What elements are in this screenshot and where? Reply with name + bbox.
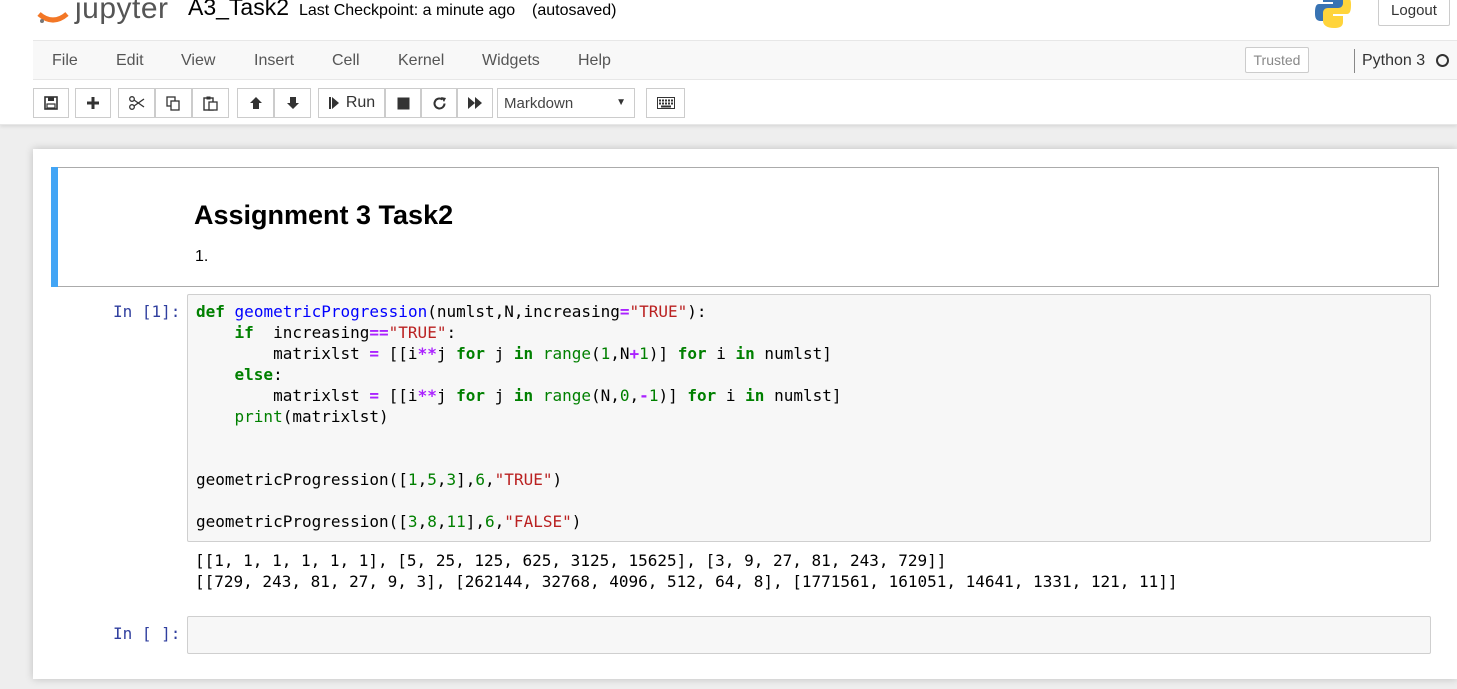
checkpoint-status: Last Checkpoint: a minute ago (299, 2, 516, 19)
run-icon (328, 97, 339, 109)
copy-icon (166, 95, 180, 111)
restart-button[interactable] (421, 88, 457, 118)
cut-button[interactable] (118, 88, 155, 118)
trusted-badge[interactable]: Trusted (1245, 47, 1309, 73)
code-cell-1-output-line-2: [[729, 243, 81, 27, 9, 3], [262144, 3276… (195, 572, 1178, 591)
kernel-idle-indicator-icon (1436, 54, 1449, 67)
menu-insert[interactable]: Insert (254, 52, 294, 70)
logout-button[interactable]: Logout (1378, 0, 1450, 26)
kernel-name: Python 3 (1362, 52, 1426, 69)
python-logo-icon (1315, 0, 1351, 28)
selected-cell-indicator (51, 167, 58, 287)
markdown-text: 1. (195, 248, 209, 265)
command-palette-button[interactable] (646, 88, 685, 118)
input-prompt-1: In [1]: (113, 302, 181, 321)
markdown-heading: Assignment 3 Task2 (194, 200, 454, 230)
top-bar: jupyter A3_Task2 Last Checkpoint: a minu… (0, 0, 1457, 40)
cut-icon (128, 96, 144, 110)
menu-cell[interactable]: Cell (332, 52, 360, 70)
code-cell-1-source: def geometricProgression(numlst,N,increa… (196, 302, 842, 531)
move-up-button[interactable] (237, 88, 274, 118)
menu-view[interactable]: View (181, 52, 215, 70)
menu-widgets[interactable]: Widgets (482, 52, 540, 70)
jupyter-logo-text[interactable]: jupyter (75, 0, 169, 26)
notebook-container: Assignment 3 Task2 1. In [1]: def geomet… (33, 149, 1457, 679)
paste-icon (203, 96, 218, 111)
cell-type-select[interactable]: Markdown ▼ (497, 88, 635, 118)
restart-icon (433, 96, 446, 109)
menu-kernel[interactable]: Kernel (398, 52, 444, 70)
keyboard-icon (656, 97, 675, 109)
input-prompt-2: In [ ]: (113, 624, 181, 643)
menu-bar: File Edit View Insert Cell Kernel Widget… (33, 40, 1457, 80)
run-button-label: Run (345, 94, 376, 111)
move-down-button[interactable] (274, 88, 311, 118)
plus-icon (87, 97, 99, 109)
menu-file[interactable]: File (52, 52, 78, 70)
arrow-down-icon (286, 97, 299, 109)
interrupt-button[interactable] (385, 88, 421, 118)
save-button[interactable] (33, 88, 69, 118)
notebook-header: jupyter A3_Task2 Last Checkpoint: a minu… (0, 0, 1457, 125)
chevron-down-icon: ▼ (616, 97, 626, 108)
menu-help[interactable]: Help (578, 52, 611, 70)
cell-type-value: Markdown (504, 94, 574, 112)
run-button[interactable]: Run (318, 88, 385, 118)
stop-icon (397, 97, 409, 109)
restart-run-all-button[interactable] (457, 88, 493, 118)
fast-forward-icon (468, 97, 482, 109)
arrow-up-icon (249, 97, 262, 109)
autosave-status: (autosaved) (532, 2, 617, 19)
notebook-name[interactable]: A3_Task2 (188, 0, 289, 21)
toolbar: Run Markdown ▼ (0, 80, 1457, 124)
save-icon (44, 96, 58, 110)
copy-button[interactable] (155, 88, 192, 118)
paste-button[interactable] (192, 88, 229, 118)
insert-cell-button[interactable] (75, 88, 111, 118)
kernel-divider (1354, 49, 1355, 73)
code-cell-2-editor[interactable] (187, 616, 1431, 654)
code-cell-1-editor[interactable]: def geometricProgression(numlst,N,increa… (187, 294, 1431, 542)
code-cell-1-output-line-1: [[1, 1, 1, 1, 1, 1], [5, 25, 125, 625, 3… (195, 551, 947, 570)
menu-edit[interactable]: Edit (116, 52, 144, 70)
markdown-cell[interactable]: Assignment 3 Task2 1. (51, 167, 1439, 287)
jupyter-logo-icon[interactable] (36, 0, 70, 30)
